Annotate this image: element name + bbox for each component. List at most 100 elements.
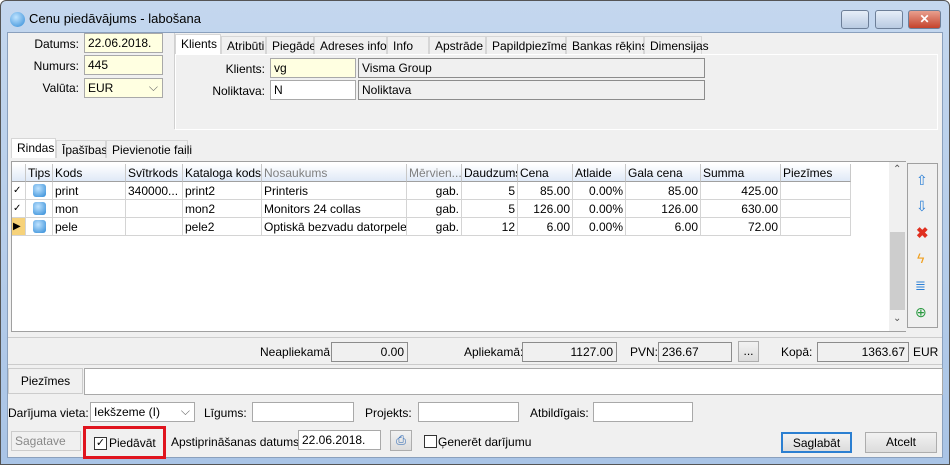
item-type-icon [32,202,46,215]
vertical-scrollbar[interactable]: ⌃ ⌄ [889,162,906,331]
cell-tips[interactable] [26,182,53,200]
cell-cena[interactable]: 6.00 [518,218,573,236]
tab-apstrade[interactable]: Apstrāde [429,36,486,54]
cell-tips[interactable] [26,218,53,236]
tab-info[interactable]: Info [387,36,429,54]
col-cena[interactable]: Cena [518,164,573,182]
tab-atributi[interactable]: Atribūti [221,36,266,54]
cell-kods[interactable]: pele [53,218,126,236]
maximize-button[interactable] [875,10,903,29]
cell-tips[interactable] [26,200,53,218]
cell-svitrkods[interactable] [126,200,183,218]
save-button[interactable]: Saglabāt [781,432,852,453]
cell-daudzums[interactable]: 5 [462,200,518,218]
minimize-button[interactable] [841,10,869,29]
cell-atlaide[interactable]: 0.00% [573,218,626,236]
darijuma-vieta-select[interactable]: Iekšzeme (I) ⌵ [90,402,195,422]
cell-svitrkods[interactable] [126,218,183,236]
cell-piezimes[interactable] [781,182,851,200]
atbildigais-input[interactable] [593,402,693,422]
cell-cena[interactable]: 126.00 [518,200,573,218]
move-up-icon[interactable]: ⇧ [916,172,928,189]
cell-piezimes[interactable] [781,200,851,218]
cell-svitrkods[interactable]: 340000... [126,182,183,200]
tab-papildpiezimes[interactable]: Papildpiezīmes [486,36,573,54]
delete-row-icon[interactable]: ✖ [916,224,929,242]
lightning-icon[interactable]: ϟ [917,250,924,266]
cell-daudzums[interactable]: 12 [462,218,518,236]
tab-ipasibas[interactable]: Īpašības [56,140,107,158]
piezimes-input[interactable] [84,368,943,395]
tab-adreses-info[interactable]: Adreses info [314,36,387,54]
add-item-icon[interactable]: ⊕ [915,304,927,321]
cell-marker[interactable]: ✓ [12,182,26,200]
cell-daudzums[interactable]: 5 [462,182,518,200]
tab-rindas[interactable]: Rindas [11,138,56,158]
generet-label[interactable]: Ģenerēt darījumu [438,435,531,449]
col-nosaukums[interactable]: Nosaukums [262,164,407,182]
piedavat-label[interactable]: Piedāvāt [109,436,156,450]
cell-nosaukums[interactable]: Monitors 24 collas [262,200,407,218]
cell-atlaide[interactable]: 0.00% [573,182,626,200]
cell-summa[interactable]: 630.00 [701,200,781,218]
col-summa[interactable]: Summa [701,164,781,182]
cell-gala[interactable]: 126.00 [626,200,701,218]
scroll-thumb[interactable] [890,232,905,310]
cell-cena[interactable]: 85.00 [518,182,573,200]
col-kods[interactable]: Kods [53,164,126,182]
numurs-input[interactable]: 445 [84,55,163,75]
cell-mervien[interactable]: gab. [407,200,462,218]
valuta-select[interactable]: EUR ⌵ [84,78,163,98]
cell-mervien[interactable]: gab. [407,218,462,236]
tab-pievienotie-faili[interactable]: Pievienotie faili [106,140,192,158]
scroll-up-icon[interactable]: ⌃ [893,164,901,175]
cell-piezimes[interactable] [781,218,851,236]
cell-gala[interactable]: 6.00 [626,218,701,236]
cell-atlaide[interactable]: 0.00% [573,200,626,218]
print-icon[interactable]: ⎙ [390,430,412,451]
tab-dimensijas[interactable]: Dimensijas [644,36,709,54]
cell-kods[interactable]: mon [53,200,126,218]
col-daudzums[interactable]: Daudzums [462,164,518,182]
cell-nosaukums[interactable]: Printeris [262,182,407,200]
ligums-input[interactable] [252,402,354,422]
apliekama-field: 1127.00 [522,342,617,362]
chevron-down-icon: ⌵ [180,404,190,418]
cell-marker[interactable]: ▶ [12,218,26,236]
generet-checkbox[interactable] [424,435,437,448]
cell-summa[interactable]: 72.00 [701,218,781,236]
cell-kataloga[interactable]: pele2 [183,218,262,236]
cell-kataloga[interactable]: mon2 [183,200,262,218]
noliktava-code-input[interactable]: N [270,80,356,100]
datums-input[interactable]: 22.06.2018. [84,33,163,53]
cell-nosaukums[interactable]: Optiskā bezvadu datorpele [262,218,407,236]
cell-kataloga[interactable]: print2 [183,182,262,200]
move-down-icon[interactable]: ⇩ [916,198,928,215]
cancel-button[interactable]: Atcelt [865,432,937,453]
col-kataloga-kods[interactable]: Kataloga kods [183,164,262,182]
cell-gala[interactable]: 85.00 [626,182,701,200]
col-svitrkods[interactable]: Svītrkods [126,164,183,182]
tab-bankas-rekins[interactable]: Bankas rēķins [566,36,647,54]
tab-piegade[interactable]: Piegāde [266,36,316,54]
insert-lines-icon[interactable]: ≣ [915,278,926,294]
piezimes-label: Piezīmes [8,368,83,394]
klients-code-input[interactable]: vg [270,58,356,78]
tab-klients[interactable]: Klients [175,34,221,54]
projekts-input[interactable] [418,402,519,422]
col-gala-cena[interactable]: Gala cena [626,164,701,182]
close-button[interactable]: ✕ [908,10,941,29]
top-tabs: Klients Atribūti Piegāde Adreses info In… [175,34,940,130]
col-tips[interactable]: Tips [26,164,53,182]
cell-kods[interactable]: print [53,182,126,200]
col-piezimes[interactable]: Piezīmes [781,164,851,182]
apstiprinasanas-date-input[interactable]: 22.06.2018. [298,430,381,450]
cell-summa[interactable]: 425.00 [701,182,781,200]
cell-marker[interactable]: ✓ [12,200,26,218]
pvn-details-button[interactable]: ... [738,341,759,362]
col-atlaide[interactable]: Atlaide [573,164,626,182]
scroll-down-icon[interactable]: ⌄ [893,313,901,324]
piedavat-checkbox[interactable]: ✓ [94,437,107,450]
cell-mervien[interactable]: gab. [407,182,462,200]
col-mervieniba[interactable]: Mērvien... [407,164,462,182]
